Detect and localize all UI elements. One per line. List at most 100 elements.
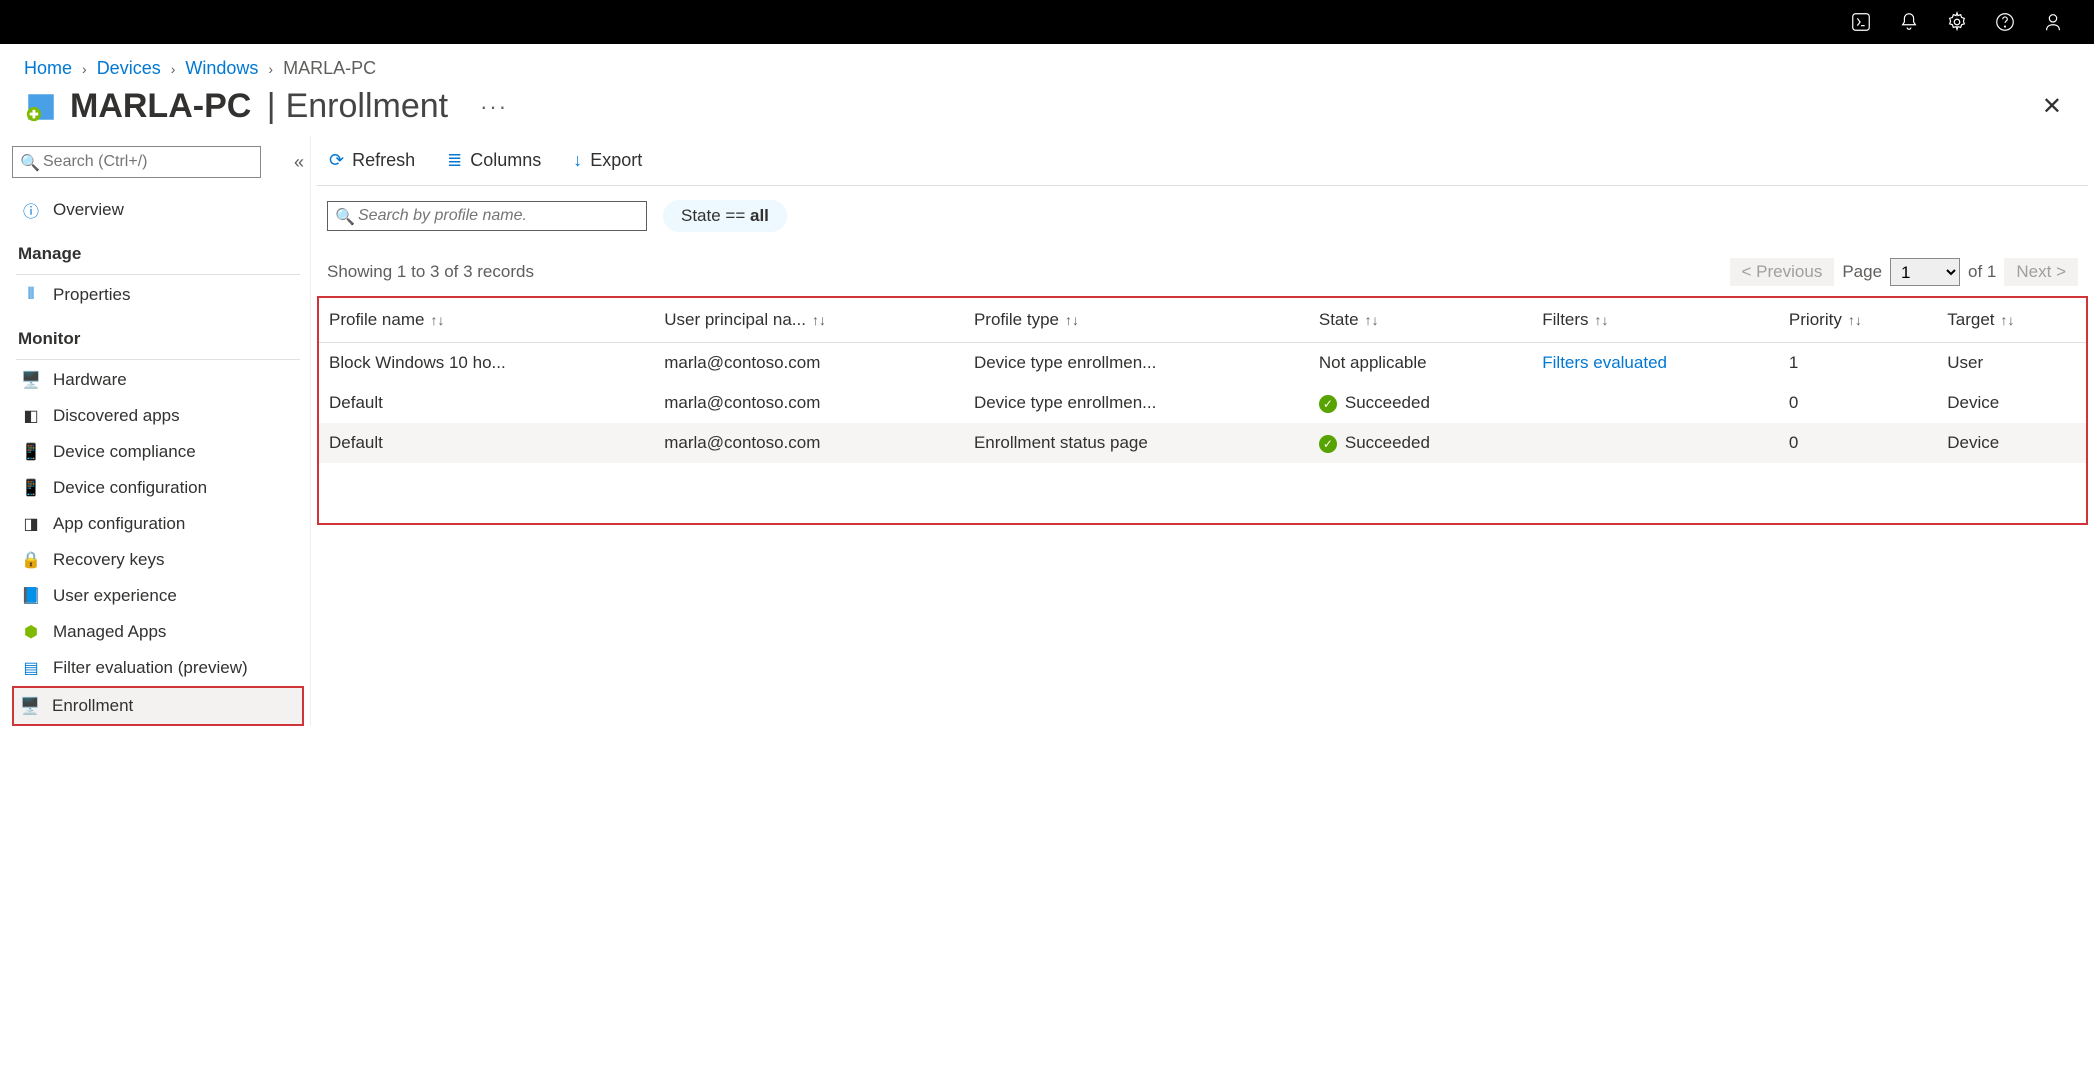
cell-profile: Default <box>319 383 654 423</box>
cell-target: Device <box>1937 423 2086 463</box>
sidebar-item-filter-evaluation[interactable]: ▤ Filter evaluation (preview) <box>12 650 304 686</box>
refresh-button[interactable]: ⟳ Refresh <box>329 150 415 171</box>
cell-upn: marla@contoso.com <box>654 383 964 423</box>
cell-priority: 0 <box>1779 383 1937 423</box>
chevron-right-icon: › <box>268 61 273 77</box>
col-target[interactable]: Target↑↓ <box>1937 298 2086 343</box>
configuration-icon: 📱 <box>21 478 41 498</box>
cell-state: Not applicable <box>1309 343 1532 384</box>
cell-filters <box>1532 383 1779 423</box>
results-grid: Profile name↑↓ User principal na...↑↓ Pr… <box>317 296 2088 525</box>
command-bar: ⟳ Refresh ≣ Columns ↓ Export <box>317 146 2088 185</box>
more-actions-icon[interactable]: ··· <box>480 94 508 120</box>
table-row[interactable]: Defaultmarla@contoso.comDevice type enro… <box>319 383 2086 423</box>
pager-page-select[interactable]: 1 <box>1890 258 1960 286</box>
cell-priority: 0 <box>1779 423 1937 463</box>
cell-profile: Block Windows 10 ho... <box>319 343 654 384</box>
page-title-bar: MARLA-PC | Enrollment ··· ✕ <box>0 85 2094 136</box>
table-header-row: Profile name↑↓ User principal na...↑↓ Pr… <box>319 298 2086 343</box>
pager: < Previous Page 1 of 1 Next > <box>1730 258 2078 286</box>
cell-type: Device type enrollmen... <box>964 343 1309 384</box>
properties-icon: ⦀ <box>21 285 41 305</box>
sort-icon[interactable]: ↑↓ <box>1365 312 1379 328</box>
page-subtitle: Enrollment <box>286 87 449 126</box>
enrollment-icon: 🖥️ <box>20 696 40 716</box>
sort-icon[interactable]: ↑↓ <box>1848 312 1862 328</box>
chevron-right-icon: › <box>82 61 87 77</box>
cell-target: Device <box>1937 383 2086 423</box>
info-icon: ⓘ <box>21 200 41 220</box>
compliance-icon: 📱 <box>21 442 41 462</box>
cell-target: User <box>1937 343 2086 384</box>
sort-icon[interactable]: ↑↓ <box>1595 312 1609 328</box>
sort-icon[interactable]: ↑↓ <box>2001 312 2015 328</box>
collapse-sidebar-icon[interactable]: « <box>294 152 304 173</box>
columns-button[interactable]: ≣ Columns <box>447 150 541 171</box>
sidebar: 🔍 « ⓘ Overview Manage ⦀ Properties Monit… <box>0 136 310 726</box>
col-profile-name[interactable]: Profile name↑↓ <box>319 298 654 343</box>
sidebar-item-discovered-apps[interactable]: ◧ Discovered apps <box>12 398 304 434</box>
download-icon: ↓ <box>573 150 582 171</box>
feedback-icon[interactable] <box>2042 11 2064 33</box>
col-profile-type[interactable]: Profile type↑↓ <box>964 298 1309 343</box>
lock-icon: 🔒 <box>21 550 41 570</box>
col-state[interactable]: State↑↓ <box>1309 298 1532 343</box>
filter-icon: ▤ <box>21 658 41 678</box>
user-experience-icon: 📘 <box>21 586 41 606</box>
export-button[interactable]: ↓ Export <box>573 150 642 171</box>
breadcrumb: Home › Devices › Windows › MARLA-PC <box>0 44 2094 85</box>
cell-state: ✓Succeeded <box>1309 423 1532 463</box>
cell-upn: marla@contoso.com <box>654 423 964 463</box>
pager-previous[interactable]: < Previous <box>1730 258 1835 286</box>
profile-search-input[interactable] <box>327 201 647 231</box>
search-icon: 🔍 <box>335 207 355 227</box>
sidebar-item-overview[interactable]: ⓘ Overview <box>12 192 304 228</box>
cloud-shell-icon[interactable] <box>1850 11 1872 33</box>
app-config-icon: ◨ <box>21 514 41 534</box>
search-icon: 🔍 <box>20 153 40 173</box>
sidebar-item-enrollment[interactable]: 🖥️ Enrollment <box>12 686 304 726</box>
col-priority[interactable]: Priority↑↓ <box>1779 298 1937 343</box>
sidebar-item-hardware[interactable]: 🖥️ Hardware <box>12 362 304 398</box>
cell-profile: Default <box>319 423 654 463</box>
col-filters[interactable]: Filters↑↓ <box>1532 298 1779 343</box>
breadcrumb-home[interactable]: Home <box>24 58 72 79</box>
sidebar-item-managed-apps[interactable]: ⬢ Managed Apps <box>12 614 304 650</box>
table-row[interactable]: Block Windows 10 ho...marla@contoso.comD… <box>319 343 2086 384</box>
cell-priority: 1 <box>1779 343 1937 384</box>
notifications-icon[interactable] <box>1898 11 1920 33</box>
cell-filters <box>1532 423 1779 463</box>
sidebar-item-recovery-keys[interactable]: 🔒 Recovery keys <box>12 542 304 578</box>
sidebar-item-device-compliance[interactable]: 📱 Device compliance <box>12 434 304 470</box>
chevron-right-icon: › <box>171 61 176 77</box>
records-count: Showing 1 to 3 of 3 records <box>327 262 534 282</box>
pager-page-label: Page <box>1842 262 1882 282</box>
sort-icon[interactable]: ↑↓ <box>430 312 444 328</box>
close-blade-icon[interactable]: ✕ <box>2042 92 2070 121</box>
filters-evaluated-link[interactable]: Filters evaluated <box>1542 353 1667 372</box>
cell-type: Device type enrollmen... <box>964 383 1309 423</box>
success-icon: ✓ <box>1319 435 1337 453</box>
main-content: ⟳ Refresh ≣ Columns ↓ Export 🔍 State == … <box>310 136 2094 726</box>
settings-gear-icon[interactable] <box>1946 11 1968 33</box>
pager-next[interactable]: Next > <box>2004 258 2078 286</box>
breadcrumb-devices[interactable]: Devices <box>97 58 161 79</box>
col-upn[interactable]: User principal na...↑↓ <box>654 298 964 343</box>
sidebar-item-properties[interactable]: ⦀ Properties <box>12 277 304 313</box>
hardware-icon: 🖥️ <box>21 370 41 390</box>
sidebar-section-monitor: Monitor <box>12 313 304 355</box>
pager-of-text: of 1 <box>1968 262 1996 282</box>
sidebar-item-user-experience[interactable]: 📘 User experience <box>12 578 304 614</box>
cell-state: ✓Succeeded <box>1309 383 1532 423</box>
table-row[interactable]: Defaultmarla@contoso.comEnrollment statu… <box>319 423 2086 463</box>
sidebar-search-input[interactable] <box>12 146 261 178</box>
breadcrumb-windows[interactable]: Windows <box>185 58 258 79</box>
sidebar-item-app-configuration[interactable]: ◨ App configuration <box>12 506 304 542</box>
filter-pill-state[interactable]: State == all <box>663 200 787 232</box>
columns-icon: ≣ <box>447 150 462 171</box>
breadcrumb-current: MARLA-PC <box>283 58 376 79</box>
help-icon[interactable] <box>1994 11 2016 33</box>
sidebar-item-device-configuration[interactable]: 📱 Device configuration <box>12 470 304 506</box>
sort-icon[interactable]: ↑↓ <box>812 312 826 328</box>
sort-icon[interactable]: ↑↓ <box>1065 312 1079 328</box>
